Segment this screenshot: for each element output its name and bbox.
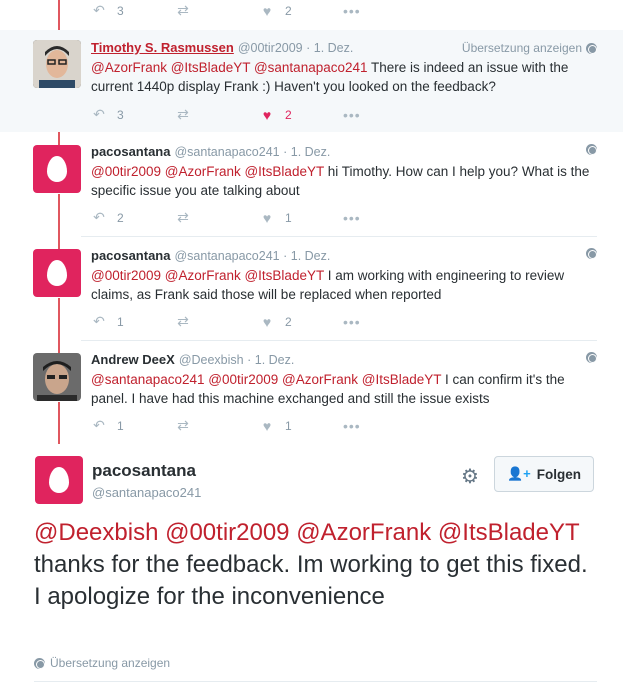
avatar-photo [33, 40, 81, 88]
tweet-text: @00tir2009 @AzorFrank @ItsBladeYT I am w… [91, 268, 565, 302]
heart-icon: ♥ [262, 2, 272, 19]
reply-icon: ↶ [93, 106, 105, 122]
globe-icon[interactable] [586, 144, 597, 155]
reply-button[interactable]: ↶ 3 [91, 106, 175, 123]
like-button[interactable]: ♥ 1 [259, 418, 343, 434]
like-button[interactable]: ♥ 2 [259, 314, 343, 330]
more-icon[interactable]: ••• [343, 210, 361, 226]
retweet-button[interactable]: ⇄ [175, 313, 259, 330]
retweet-icon: ⇄ [177, 106, 189, 122]
avatar[interactable] [33, 40, 81, 88]
timestamp[interactable]: · 1. Dez. [283, 248, 330, 264]
like-button[interactable]: ♥ 2 [259, 3, 343, 19]
retweet-icon: ⇄ [177, 313, 189, 329]
divider [81, 236, 597, 237]
reply-icon: ↶ [93, 313, 105, 329]
globe-icon [586, 42, 597, 54]
reply-button[interactable]: ↶ 2 [91, 209, 175, 226]
author-name[interactable]: pacosantana [91, 144, 170, 160]
follow-button[interactable]: 👤+ Folgen [494, 456, 594, 492]
author-name[interactable]: pacosantana [91, 248, 170, 264]
globe-icon[interactable] [586, 352, 597, 363]
mentions[interactable]: @Deexbish @00tir2009 @AzorFrank @ItsBlad… [34, 519, 579, 546]
like-button[interactable]: ♥ 1 [259, 210, 343, 226]
divider [81, 340, 597, 341]
globe-icon[interactable] [586, 248, 597, 259]
main-author-name[interactable]: pacosantana [92, 461, 196, 481]
add-user-icon: 👤+ [506, 466, 531, 481]
author-handle[interactable]: @00tir2009 [238, 40, 303, 56]
reply-button[interactable]: ↶ 1 [91, 313, 175, 330]
avatar-photo [33, 353, 81, 401]
avatar[interactable] [33, 353, 81, 401]
reply-icon: ↶ [93, 2, 105, 18]
gear-icon[interactable]: ⚙ [461, 464, 479, 489]
tweet-actions: ↶ 1 ⇄ ♥ 2 ••• [91, 313, 361, 330]
tweet: Timothy S. Rasmussen @00tir2009 · 1. Dez… [0, 30, 623, 132]
retweet-button[interactable]: ⇄ [175, 2, 259, 19]
author-handle[interactable]: @santanapaco241 [174, 144, 279, 160]
retweet-icon: ⇄ [177, 417, 189, 433]
divider [34, 681, 597, 682]
heart-icon: ♥ [262, 209, 272, 226]
timestamp[interactable]: · 1. Dez. [283, 144, 330, 160]
more-icon[interactable]: ••• [343, 314, 361, 330]
reply-button[interactable]: ↶ 1 [91, 417, 175, 434]
thread-line [58, 0, 60, 30]
timestamp[interactable]: · 1. Dez. [306, 40, 353, 56]
heart-icon: ♥ [262, 417, 272, 434]
reply-icon: ↶ [93, 417, 105, 433]
main-author-handle[interactable]: @santanapaco241 [92, 485, 201, 500]
tweet-text: @santanapaco241 @00tir2009 @AzorFrank @I… [91, 372, 565, 406]
tweet-text: @AzorFrank @ItsBladeYT @santanapaco241 T… [91, 60, 569, 94]
mentions[interactable]: @santanapaco241 @00tir2009 @AzorFrank @I… [91, 372, 441, 387]
avatar[interactable] [33, 249, 81, 297]
author-handle[interactable]: @Deexbish [179, 352, 244, 368]
reply-icon: ↶ [93, 209, 105, 225]
author-name[interactable]: Timothy S. Rasmussen [91, 40, 234, 56]
more-icon[interactable]: ••• [343, 107, 361, 123]
tweet-actions: ↶ 3 ⇄ ♥ 2 ••• [91, 2, 361, 19]
globe-icon [34, 657, 45, 669]
follow-label: Folgen [536, 466, 582, 482]
retweet-button[interactable]: ⇄ [175, 106, 259, 123]
retweet-icon: ⇄ [177, 209, 189, 225]
egg-icon [49, 467, 69, 493]
reply-button[interactable]: ↶ 3 [91, 2, 175, 19]
author-handle[interactable]: @santanapaco241 [174, 248, 279, 264]
main-avatar[interactable] [35, 456, 83, 504]
retweet-button[interactable]: ⇄ [175, 209, 259, 226]
tweet: pacosantana @santanapaco241 · 1. Dez. @0… [0, 140, 623, 240]
heart-icon: ♥ [262, 313, 272, 330]
tweet: pacosantana @santanapaco241 · 1. Dez. @0… [0, 244, 623, 344]
tweet-actions: ↶ 2 ⇄ ♥ 1 ••• [91, 209, 361, 226]
tweet-actions: ↶ 1 ⇄ ♥ 1 ••• [91, 417, 361, 434]
timestamp[interactable]: · 1. Dez. [247, 352, 294, 368]
egg-icon [47, 156, 67, 182]
author-name[interactable]: Andrew DeeX [91, 352, 175, 368]
mentions[interactable]: @AzorFrank @ItsBladeYT @santanapaco241 [91, 60, 368, 75]
egg-icon [47, 260, 67, 286]
tweet-actions: ↶ 3 ⇄ ♥ 2 ••• [91, 106, 361, 123]
mentions[interactable]: @00tir2009 @AzorFrank @ItsBladeYT [91, 164, 324, 179]
retweet-icon: ⇄ [177, 2, 189, 18]
avatar[interactable] [33, 145, 81, 193]
mentions[interactable]: @00tir2009 @AzorFrank @ItsBladeYT [91, 268, 324, 283]
translate-link[interactable]: Übersetzung anzeigen [462, 40, 597, 56]
tweet: Andrew DeeX @Deexbish · 1. Dez. @santana… [0, 348, 623, 448]
more-icon[interactable]: ••• [343, 3, 361, 19]
like-button[interactable]: ♥ 2 [259, 107, 343, 123]
main-tweet-text: @Deexbish @00tir2009 @AzorFrank @ItsBlad… [34, 519, 588, 610]
tweet-text: @00tir2009 @AzorFrank @ItsBladeYT hi Tim… [91, 164, 590, 198]
translate-link[interactable]: Übersetzung anzeigen [34, 656, 170, 670]
more-icon[interactable]: ••• [343, 418, 361, 434]
retweet-button[interactable]: ⇄ [175, 417, 259, 434]
heart-icon: ♥ [262, 106, 272, 123]
